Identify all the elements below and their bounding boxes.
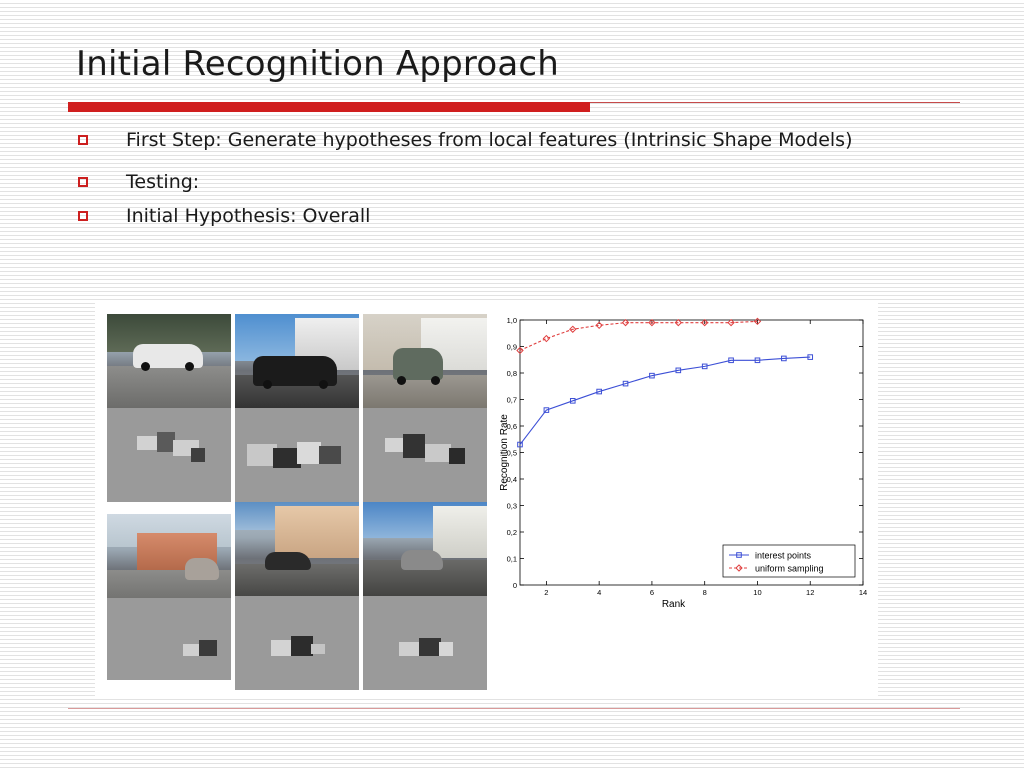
y-tick-label: 0,1 [507, 555, 517, 564]
car-photo-image [363, 502, 487, 596]
recognition-rate-chart: 0 0,1 0,2 0,3 0,4 0,5 0,6 0,7 0,8 0,9 1,0 2 4 6 8 10 12 1… [499, 308, 873, 630]
y-tick-label: 0 [513, 581, 517, 590]
feature-mask-image [235, 408, 359, 502]
legend-label: interest points [755, 551, 812, 561]
title-underline-thin [590, 102, 960, 103]
chart-svg: 00,10,20,30,40,50,60,70,80,91,02 4 6 8 10 12 1… [499, 316, 867, 610]
bullet-list: First Step: Generate hypotheses from loc… [76, 126, 936, 230]
car-photo-image [363, 314, 487, 408]
feature-mask-image [235, 596, 359, 690]
feature-mask-image [107, 408, 231, 502]
y-tick-label: 1,0 [507, 316, 517, 325]
car-photo-image [235, 502, 359, 596]
y-tick-label: 0,3 [507, 502, 517, 511]
x-axis-label: Rank [662, 599, 686, 610]
car-photo-image [235, 314, 359, 408]
x-tick-label: 12 [806, 588, 814, 597]
square-bullet-icon [78, 135, 88, 145]
feature-mask-image [363, 596, 487, 690]
x-tick-label: 2 [544, 588, 548, 597]
y-tick-label: 0,8 [507, 369, 517, 378]
x-tick-label: 10 [753, 588, 761, 597]
bullet-item: First Step: Generate hypotheses from loc… [76, 126, 936, 154]
x-tick-label: 14 [859, 588, 867, 597]
bullet-text: First Step: Generate hypotheses from loc… [126, 129, 853, 151]
car-photo-image [107, 314, 231, 408]
results-figure: 0 0,1 0,2 0,3 0,4 0,5 0,6 0,7 0,8 0,9 1,0 2 4 6 8 10 12 1… [95, 300, 878, 696]
title-underline-accent [68, 102, 590, 112]
bullet-text: Initial Hypothesis: Overall [126, 205, 371, 227]
bullet-item: Initial Hypothesis: Overall [76, 202, 936, 230]
y-tick-label: 0,2 [507, 528, 517, 537]
feature-mask-image [363, 408, 487, 502]
y-tick-label: 0,9 [507, 343, 517, 352]
y-tick-label: 0,7 [507, 396, 517, 405]
legend-label: uniform sampling [755, 564, 824, 574]
square-bullet-icon [78, 177, 88, 187]
bullet-text: Testing: [126, 171, 200, 193]
feature-mask-image [107, 598, 231, 680]
footer-rule [68, 708, 960, 709]
x-tick-label: 4 [597, 588, 601, 597]
bullet-item: Testing: [76, 168, 936, 196]
y-axis-label: Recognition Rate [500, 414, 510, 491]
x-tick-label: 8 [703, 588, 707, 597]
car-photo-image [107, 514, 231, 608]
slide-title: Initial Recognition Approach [76, 44, 560, 84]
x-tick-label: 6 [650, 588, 654, 597]
square-bullet-icon [78, 211, 88, 221]
